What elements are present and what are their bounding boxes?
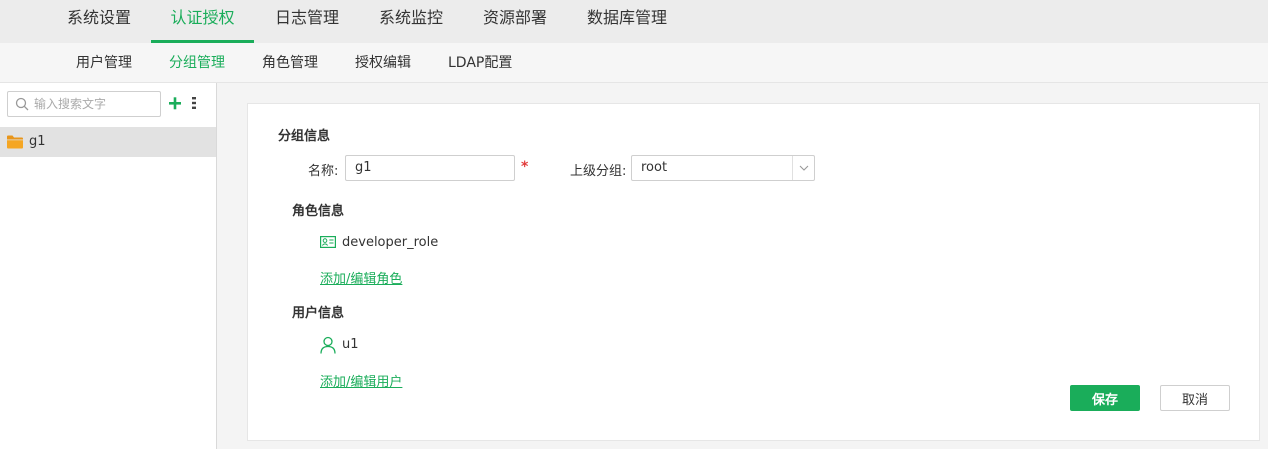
subtab-ldap-config[interactable]: LDAP配置 [448,43,512,83]
parent-group-label: 上级分组: [570,164,627,179]
required-mark: * [521,159,529,175]
vertical-menu-icon[interactable] [188,95,200,111]
subtab-group-management[interactable]: 分组管理 [169,43,225,83]
search-box [7,91,161,117]
parent-group-select[interactable]: root [631,155,815,181]
group-detail-card: 分组信息 名称: g1 * 上级分组: root 角色信息 developer_… [247,103,1260,441]
group-tree-panel: g1 [0,83,217,449]
tab-system-settings[interactable]: 系统设置 [52,0,146,43]
parent-group-value: root [641,160,668,175]
user-entry: u1 [342,337,359,352]
cancel-button[interactable]: 取消 [1160,385,1230,411]
sub-nav: 用户管理 分组管理 角色管理 授权编辑 LDAP配置 [0,43,1268,83]
chevron-down-icon [799,165,809,171]
name-field[interactable]: g1 [345,155,515,181]
tab-system-monitor[interactable]: 系统监控 [364,0,458,43]
tab-database-management[interactable]: 数据库管理 [573,0,681,43]
tab-auth[interactable]: 认证授权 [151,0,254,43]
subtab-role-management[interactable]: 角色管理 [262,43,318,83]
tree-item-label: g1 [29,134,46,149]
folder-icon [7,135,23,149]
role-entry: developer_role [342,235,439,250]
dropdown-arrow[interactable] [792,156,814,180]
search-icon [15,97,29,111]
search-input[interactable] [34,94,158,114]
add-edit-role-link[interactable]: 添加/编辑角色 [320,268,402,287]
tab-resource-deploy[interactable]: 资源部署 [468,0,562,43]
top-nav: 系统设置 认证授权 日志管理 系统监控 资源部署 数据库管理 [0,0,1268,43]
role-card-icon [320,236,336,248]
main-content: 分组信息 名称: g1 * 上级分组: root 角色信息 developer_… [217,83,1268,449]
tab-log-management[interactable]: 日志管理 [260,0,354,43]
user-info-title: 用户信息 [292,306,345,321]
plus-icon[interactable] [166,93,184,113]
tree-item-group[interactable]: g1 [0,127,216,157]
role-info-title: 角色信息 [292,204,345,219]
subtab-auth-edit[interactable]: 授权编辑 [355,43,411,83]
group-info-title: 分组信息 [278,129,331,144]
user-icon [320,336,336,354]
subtab-user-management[interactable]: 用户管理 [76,43,132,83]
add-edit-user-link[interactable]: 添加/编辑用户 [320,371,402,390]
name-label: 名称: [308,164,339,179]
save-button[interactable]: 保存 [1070,385,1140,411]
